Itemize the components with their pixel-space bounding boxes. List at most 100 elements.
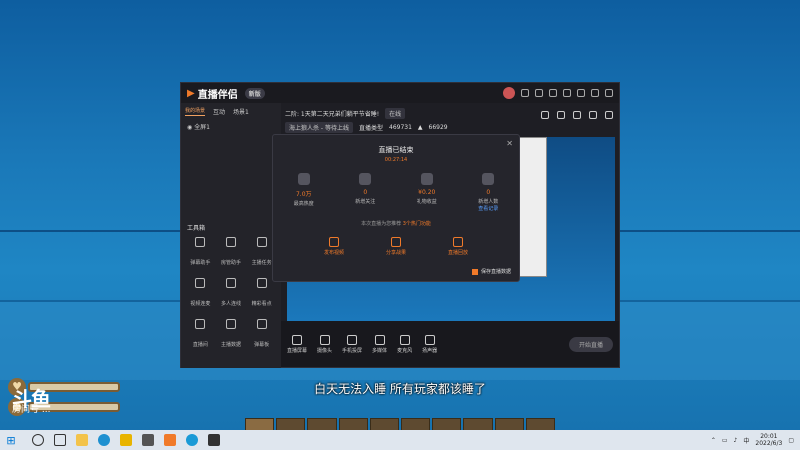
heart-icon [359,173,372,185]
source-speaker[interactable]: 扬声器 [422,334,437,354]
clock-time: 20:01 [760,433,778,440]
windows-taskbar: ⊞ ⌃ ▭ ♪ 中 20:01 2022/6/3 ▢ [0,430,800,450]
modal-title: 直播已结束 [378,146,414,154]
tool-item[interactable]: 视频连麦 [185,278,216,309]
tools-grid: 弹幕助手 房管助手 主播任务 视频连麦 多人连线 精彩看点 直播间 主播数据 弹… [185,237,277,350]
user-icon [482,173,495,185]
notification-icon[interactable]: ▢ [788,437,794,444]
stream-title[interactable]: 二阶: 1天第二天兄弟们躺平节省睡! [285,109,379,118]
share-results-button[interactable]: 分享战果 [386,237,406,256]
clock-date: 2022/6/3 [755,440,783,447]
system-tray: ⌃ ▭ ♪ 中 20:01 2022/6/3 ▢ [711,433,800,447]
screen-icon [292,334,302,345]
app-name: 直播伴侣 [197,89,238,101]
message-icon[interactable] [535,89,543,97]
stream-watermark: 斗鱼 房间号 ... [12,389,51,416]
replay-icon [452,237,463,247]
video-icon [328,237,339,247]
tab-my-scenes[interactable]: 我的场景 [185,107,206,116]
gift-icon[interactable] [541,111,549,119]
source-camera[interactable]: 摄像头 [317,334,332,354]
menu-icon[interactable] [563,89,571,97]
tool-item[interactable]: 房管助手 [216,237,247,268]
watermark-text: 房间号 ... [12,405,51,415]
stream-header: 二阶: 1天第二天兄弟们躺平节省睡! 在线 海上狼人杀 - 等待上线 直播类型 … [285,105,613,135]
game-subtitle: 白天无法入睡 所有玩家都该睡了 [314,382,486,396]
minimize-icon[interactable] [577,89,585,97]
save-data-checkbox[interactable] [471,268,478,275]
source-screen[interactable]: 直播屏幕 [287,334,307,354]
skin-icon[interactable] [521,89,529,97]
fire-icon [297,173,310,185]
save-data-option[interactable]: 保存直播数据 [471,268,511,275]
highlight-icon [256,278,267,288]
gear-icon[interactable] [573,111,581,119]
view-records-link[interactable]: 查看记录 [463,205,513,212]
avatar[interactable] [503,87,515,99]
eye-icon[interactable]: ◉ [187,124,192,131]
start-stream-button[interactable]: 开始直播 [568,336,613,352]
replay-button[interactable]: 直播回放 [448,237,468,256]
search-icon[interactable] [32,434,44,446]
like-count: 66929 [428,124,448,131]
stat-followers: 0 新增关注 [340,173,390,212]
titlebar: ▶ 直播伴侣 新版 [181,83,619,103]
publish-video-button[interactable]: 发布视频 [324,237,344,256]
data-icon [225,319,236,329]
task-view-icon[interactable] [54,434,66,446]
edge-icon[interactable] [98,434,110,446]
tool-item[interactable]: 主播数据 [216,319,247,350]
left-tabs: 我的场景 互动 场景1 [181,103,281,120]
clock[interactable]: 20:01 2022/6/3 [755,433,782,447]
left-panel: 我的场景 互动 场景1 ◉ 全屏1 工具箱 弹幕助手 房管助手 主播任务 视频连… [181,103,281,368]
lock-icon[interactable] [557,111,565,119]
source-phone[interactable]: 手机投屏 [342,334,362,354]
title-icons [503,87,613,99]
app-icon[interactable] [164,434,176,446]
settings-icon[interactable] [549,89,557,97]
stat-gifts: ¥0.20 礼物收益 [402,173,452,212]
app-icon[interactable] [120,434,132,446]
version-badge[interactable]: 新版 [244,87,265,99]
tool-item[interactable]: 弹幕助手 [185,237,216,268]
tab-scene1[interactable]: 场景1 [233,107,249,116]
close-icon[interactable] [605,89,613,97]
tool-item[interactable]: 精彩看点 [246,278,277,309]
mic-icon [399,334,410,345]
folder-icon[interactable] [76,434,88,446]
tool-item[interactable]: 直播间 [185,319,216,350]
bell-icon[interactable] [589,111,597,119]
chevron-up-icon[interactable]: ⌃ [711,437,716,444]
source-media[interactable]: 多媒体 [372,334,387,354]
scene-item-label: 全屏1 [194,124,210,131]
input-language[interactable]: 中 [743,436,749,445]
network-icon[interactable]: ▭ [722,437,728,444]
phone-icon [347,334,358,345]
multi-icon [225,278,236,288]
category-pill[interactable]: 海上狼人杀 - 等待上线 [285,122,353,133]
stream-duration: 00:27:14 [384,157,408,163]
board-icon [256,319,267,329]
tab-interaction[interactable]: 互动 [213,107,225,116]
scene-item[interactable]: ◉ 全屏1 [181,120,281,133]
app-logo-icon: ▶ [187,87,195,99]
app-icon[interactable] [186,434,198,446]
volume-icon[interactable]: ♪ [734,437,738,444]
close-icon[interactable]: ✕ [506,139,513,148]
share-icon[interactable] [605,111,613,119]
app-icon[interactable] [208,434,220,446]
modal-actions: 发布视频 分享战果 直播回放 [273,237,519,256]
recommend-link[interactable]: 3个热门功能 [403,221,431,227]
maximize-icon[interactable] [591,89,599,97]
recommend-tip: 本次直播为您推荐 3个热门功能 [361,221,431,227]
windows-start-icon[interactable]: ⊞ [0,434,22,447]
source-mic[interactable]: 麦克风 [397,334,412,354]
stats-row: 7.0万 最高热度 0 新增关注 ¥0.20 礼物收益 0 新增人数 查看记录 [273,173,519,212]
tool-item[interactable]: 弹幕板 [246,319,277,350]
viewer-count: 469731 [389,124,412,131]
stream-tag[interactable]: 在线 [385,108,406,119]
stream-ended-modal: ✕ 直播已结束 00:27:14 7.0万 最高热度 0 新增关注 ¥0.20 … [272,134,520,282]
source-bar: 直播屏幕 摄像头 手机投屏 多媒体 麦克风 扬声器 开始直播 [281,321,619,367]
tool-item[interactable]: 多人连线 [216,278,247,309]
gear-icon[interactable] [142,434,154,446]
